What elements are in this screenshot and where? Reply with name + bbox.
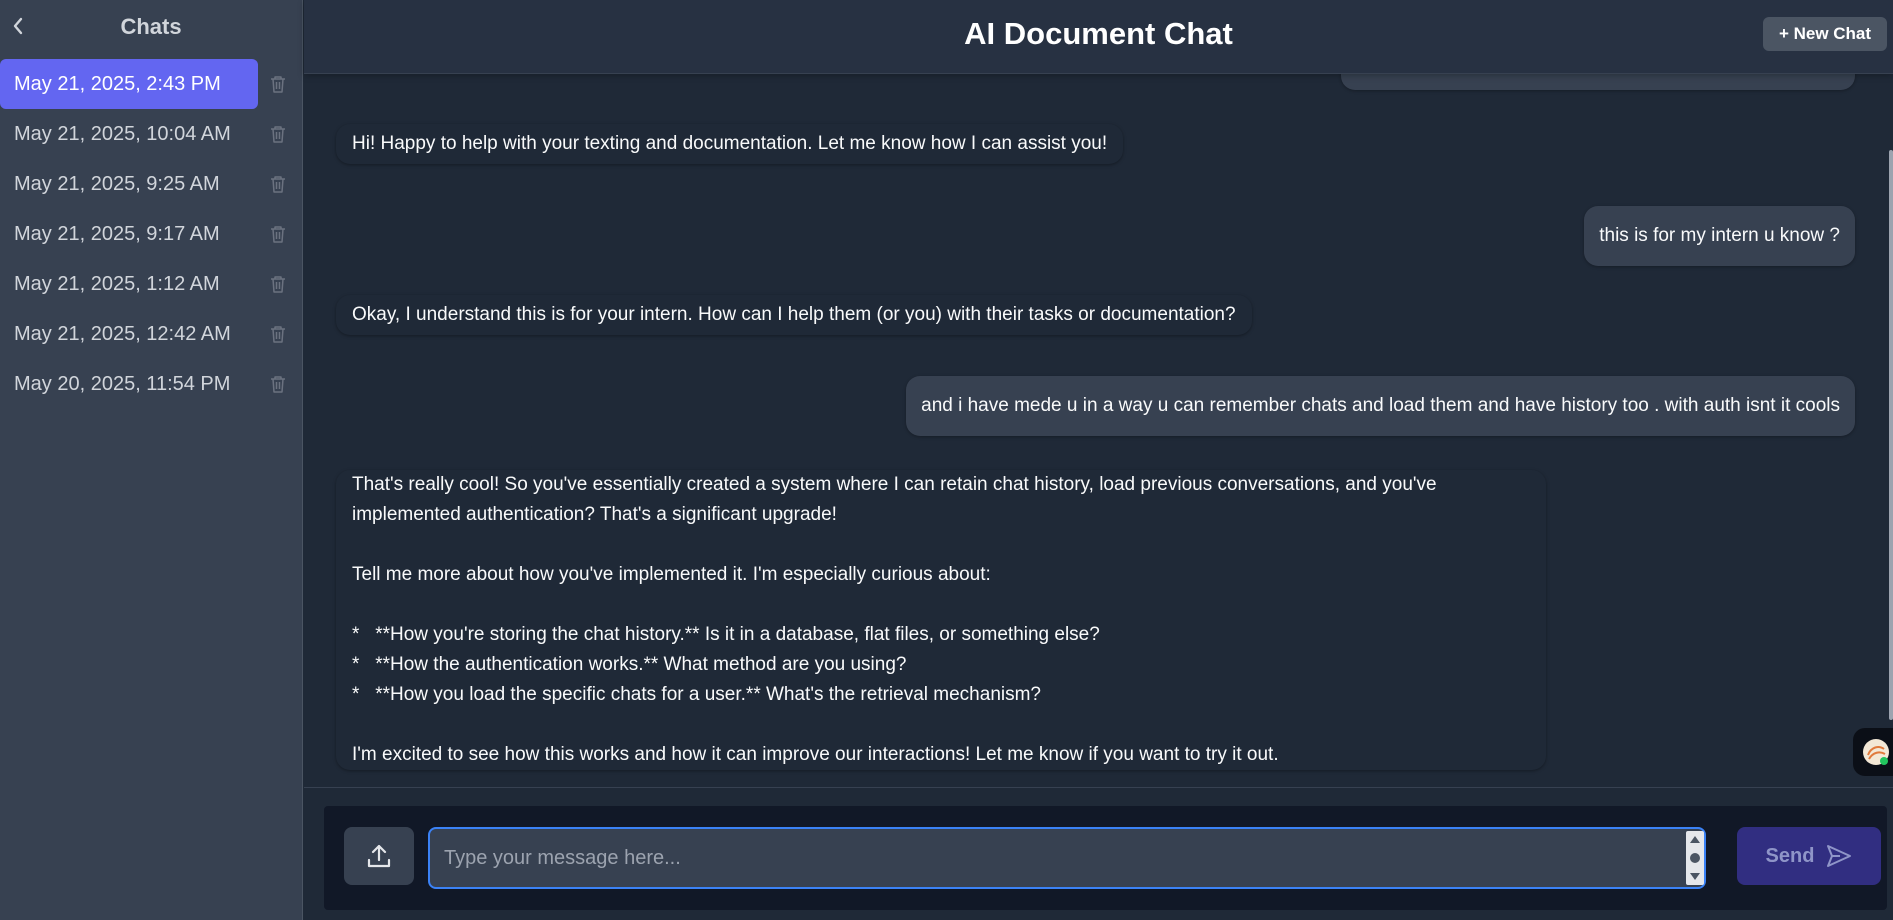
delete-chat-button[interactable] (268, 323, 288, 345)
chat-history-item-label[interactable]: May 20, 2025, 11:54 PM (0, 359, 258, 409)
message-scrollbar-thumb[interactable] (1889, 150, 1893, 720)
user-message: and i have mede u in a way u can remembe… (906, 376, 1855, 436)
upload-icon (367, 844, 391, 868)
trash-icon (271, 126, 285, 143)
sidebar-header: Chats (0, 0, 302, 52)
chat-history-item-label[interactable]: May 21, 2025, 10:04 AM (0, 109, 258, 159)
chat-history-item[interactable]: May 21, 2025, 10:04 AM (0, 109, 303, 159)
new-chat-button[interactable]: + New Chat (1763, 17, 1887, 51)
scroll-arrows-icon (1690, 836, 1700, 880)
trash-icon (271, 176, 285, 193)
delete-chat-button[interactable] (268, 373, 288, 395)
user-message: this is for my intern u know ? (1584, 206, 1855, 266)
chat-list: May 21, 2025, 2:43 PM May 21, 2025, 10:04… (0, 59, 303, 409)
delete-chat-button[interactable] (268, 173, 288, 195)
user-message-partial (1341, 74, 1855, 90)
chat-sidebar: Chats May 21, 2025, 2:43 PM May 21, 2025,… (0, 0, 303, 920)
ai-message: That's really cool! So you've essentiall… (336, 470, 1546, 770)
message-list: Hi! Happy to help with your texting and … (304, 74, 1893, 786)
trash-icon (271, 226, 285, 243)
trash-icon (271, 276, 285, 293)
main-header: AI Document Chat + New Chat (304, 0, 1893, 74)
trash-icon (271, 76, 285, 93)
chat-history-item[interactable]: May 21, 2025, 12:42 AM (0, 309, 303, 359)
ai-message: Hi! Happy to help with your texting and … (336, 124, 1124, 164)
delete-chat-button[interactable] (268, 223, 288, 245)
delete-chat-button[interactable] (268, 273, 288, 295)
sidebar-title: Chats (120, 14, 182, 39)
page-title: AI Document Chat (964, 16, 1233, 51)
send-icon (1827, 845, 1852, 867)
composer-area: Send (304, 787, 1893, 920)
chat-history-item-label[interactable]: May 21, 2025, 9:25 AM (0, 159, 258, 209)
ai-message: Okay, I understand this is for your inte… (336, 295, 1252, 335)
chat-history-item[interactable]: May 20, 2025, 11:54 PM (0, 359, 303, 409)
chat-history-item-label[interactable]: May 21, 2025, 2:43 PM (0, 59, 258, 109)
chat-history-item[interactable]: May 21, 2025, 9:25 AM (0, 159, 303, 209)
assistant-badge[interactable] (1853, 728, 1893, 776)
upload-button[interactable] (344, 827, 414, 885)
chat-history-item-label[interactable]: May 21, 2025, 12:42 AM (0, 309, 258, 359)
trash-icon (271, 326, 285, 343)
message-input[interactable] (428, 827, 1706, 889)
input-scrollbar[interactable] (1686, 831, 1704, 885)
composer-bar: Send (324, 806, 1887, 910)
send-button-label: Send (1765, 844, 1815, 867)
delete-chat-button[interactable] (268, 73, 288, 95)
delete-chat-button[interactable] (268, 123, 288, 145)
chat-history-item-label[interactable]: May 21, 2025, 1:12 AM (0, 259, 258, 309)
send-button[interactable]: Send (1737, 827, 1881, 885)
chat-history-item[interactable]: May 21, 2025, 1:12 AM (0, 259, 303, 309)
chat-history-item-label[interactable]: May 21, 2025, 9:17 AM (0, 209, 258, 259)
chat-history-item[interactable]: May 21, 2025, 2:43 PM (0, 59, 303, 109)
chat-history-item[interactable]: May 21, 2025, 9:17 AM (0, 209, 303, 259)
assistant-avatar-icon (1863, 739, 1889, 765)
trash-icon (271, 376, 285, 393)
